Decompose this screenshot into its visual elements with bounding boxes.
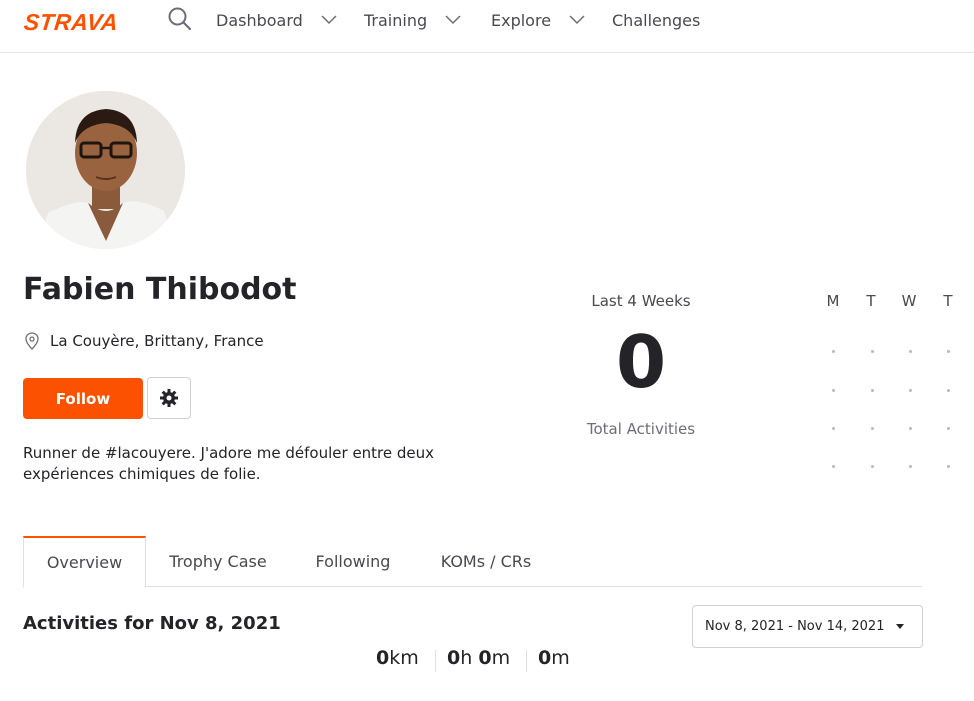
- distance-value: 0: [376, 647, 390, 669]
- avatar-image: [26, 91, 185, 249]
- total-activities-label: Total Activities: [586, 420, 696, 438]
- day-header: W: [901, 292, 917, 310]
- nav-dashboard-label: Dashboard: [216, 10, 303, 30]
- location-pin-icon: [25, 332, 39, 350]
- nav-challenges[interactable]: Challenges: [612, 0, 700, 40]
- elevation-stat: 0m: [538, 647, 570, 669]
- tab-trophy-case[interactable]: Trophy Case: [158, 536, 278, 587]
- day-header: M: [826, 292, 840, 310]
- day-header: T: [943, 292, 953, 310]
- athlete-avatar[interactable]: [26, 91, 185, 249]
- time-stat: 0h 0m: [447, 647, 510, 669]
- tab-following[interactable]: Following: [303, 536, 403, 587]
- calendar-day-dot: [832, 350, 835, 353]
- nav-explore[interactable]: Explore: [491, 0, 585, 40]
- calendar-day-dot: [832, 389, 835, 392]
- elevation-unit: m: [551, 647, 570, 669]
- settings-button[interactable]: [147, 377, 191, 419]
- calendar-day-dot: [871, 427, 874, 430]
- calendar-day-dot: [947, 389, 950, 392]
- calendar-day-dot: [909, 465, 912, 468]
- calendar-day-dot: [947, 350, 950, 353]
- strava-logo[interactable]: STRAVA: [23, 9, 120, 36]
- stat-divider: [526, 650, 527, 672]
- calendar-day-dot: [909, 350, 912, 353]
- calendar-day-dot: [947, 465, 950, 468]
- calendar-day-dot: [832, 465, 835, 468]
- minutes-unit: m: [491, 647, 511, 669]
- nav-dashboard[interactable]: Dashboard: [216, 0, 337, 40]
- chevron-down-icon: [445, 15, 461, 25]
- athlete-name: Fabien Thibodot: [23, 272, 297, 307]
- distance-unit: km: [389, 647, 419, 669]
- calendar-day-dot: [871, 465, 874, 468]
- athlete-location: La Couyère, Brittany, France: [24, 332, 264, 350]
- minutes-value: 0: [478, 647, 492, 669]
- distance-stat: 0km: [376, 647, 419, 669]
- athlete-bio: Runner de #lacouyere. J'adore me défoule…: [23, 444, 435, 483]
- calendar-day-dot: [832, 427, 835, 430]
- gear-icon: [160, 389, 178, 407]
- tab-koms-crs[interactable]: KOMs / CRs: [428, 536, 544, 587]
- hours-value: 0: [447, 647, 461, 669]
- calendar-day-dot: [947, 427, 950, 430]
- calendar-day-dot: [909, 427, 912, 430]
- week-select-value: Nov 8, 2021 - Nov 14, 2021: [705, 619, 885, 634]
- follow-button[interactable]: Follow: [23, 378, 143, 419]
- nav-training[interactable]: Training: [364, 0, 461, 40]
- nav-training-label: Training: [364, 10, 428, 30]
- profile-tabs: Overview Trophy Case Following KOMs / CR…: [23, 536, 922, 588]
- caret-down-icon: [896, 624, 904, 629]
- activities-title: Activities for Nov 8, 2021: [23, 613, 281, 634]
- nav-explore-label: Explore: [491, 10, 552, 30]
- week-select[interactable]: Nov 8, 2021 - Nov 14, 2021: [692, 605, 923, 648]
- period-label: Last 4 Weeks: [591, 292, 691, 310]
- top-navigation: STRAVA Dashboard Training Explore Challe…: [0, 0, 974, 53]
- total-activities-value: 0: [615, 320, 667, 404]
- chevron-down-icon: [569, 15, 585, 25]
- hours-unit: h: [460, 647, 473, 669]
- chevron-down-icon: [321, 15, 337, 25]
- elevation-value: 0: [538, 647, 552, 669]
- calendar-day-dot: [871, 350, 874, 353]
- stat-divider: [435, 650, 436, 672]
- calendar-day-dot: [871, 389, 874, 392]
- calendar-day-dot: [909, 389, 912, 392]
- day-header: T: [866, 292, 876, 310]
- search-icon[interactable]: [167, 6, 193, 32]
- location-text: La Couyère, Brittany, France: [50, 332, 264, 350]
- tab-overview[interactable]: Overview: [23, 536, 146, 588]
- nav-challenges-label: Challenges: [612, 10, 701, 30]
